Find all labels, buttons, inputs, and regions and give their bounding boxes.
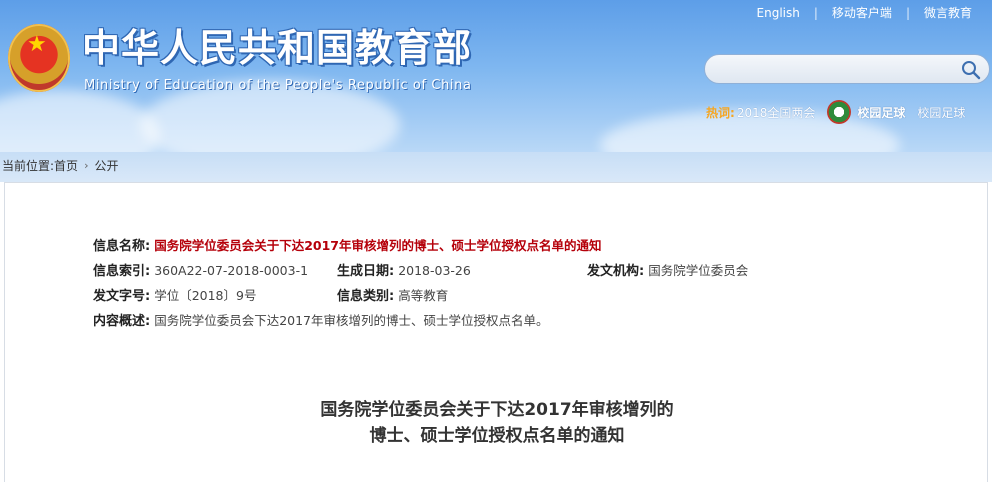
info-row-category: 信息类别: 高等教育 (337, 285, 448, 304)
site-subtitle: Ministry of Education of the People's Re… (84, 78, 472, 93)
breadcrumb-home-link[interactable]: 首页 (54, 157, 78, 174)
info-name-label: 信息名称: (93, 239, 151, 254)
info-row-summary: 内容概述: 国务院学位委员会下达2017年审核增列的博士、硕士学位授权点名单。 (93, 310, 549, 329)
breadcrumb: 当前位置: 首页 › 公开 (2, 157, 118, 174)
breadcrumb-public-link[interactable]: 公开 (94, 157, 118, 174)
campus-football-link[interactable]: 校园足球 (917, 104, 965, 121)
football-logo-icon[interactable] (827, 100, 852, 124)
cloud-decoration (0, 90, 160, 152)
info-row-date: 生成日期: 2018-03-26 (337, 260, 471, 279)
info-docno-value: 学位〔2018〕9号 (154, 288, 257, 303)
info-row-index: 信息索引: 360A22-07-2018-0003-1 (93, 260, 308, 279)
info-summary-value: 国务院学位委员会下达2017年审核增列的博士、硕士学位授权点名单。 (154, 313, 549, 328)
info-issuer-label: 发文机构: (587, 264, 645, 279)
mobile-client-link[interactable]: 移动客户端 (832, 4, 892, 21)
document-title-line2: 博士、硕士学位授权点名单的通知 (369, 426, 625, 446)
site-title: 中华人民共和国教育部 (82, 26, 473, 70)
info-index-label: 信息索引: (93, 264, 151, 279)
divider: | (905, 5, 910, 20)
chevron-right-icon: › (84, 159, 89, 172)
search-icon[interactable] (961, 60, 981, 80)
info-name-value: 国务院学位委员会关于下达2017年审核增列的博士、硕士学位授权点名单的通知 (154, 238, 602, 253)
info-index-value: 360A22-07-2018-0003-1 (154, 263, 309, 278)
info-row-name: 信息名称: 国务院学位委员会关于下达2017年审核增列的博士、硕士学位授权点名单… (93, 235, 601, 254)
info-date-value: 2018-03-26 (398, 263, 471, 278)
top-links: English | 移动客户端 | 微言教育 (757, 4, 972, 21)
site-header: ★ 中华人民共和国教育部 Ministry of Education of th… (0, 0, 992, 152)
search-box (704, 54, 990, 84)
campus-football-label[interactable]: 校园足球 (857, 104, 905, 121)
info-row-docno: 发文字号: 学位〔2018〕9号 (93, 285, 256, 304)
info-row-issuer: 发文机构: 国务院学位委员会 (587, 260, 748, 279)
search-input[interactable] (717, 59, 961, 81)
hot-words: 热词: 2018全国两会 校园足球 校园足球 (706, 100, 965, 124)
info-date-label: 生成日期: (337, 264, 395, 279)
breadcrumb-bar: 当前位置: 首页 › 公开 (0, 152, 992, 182)
info-issuer-value: 国务院学位委员会 (648, 263, 749, 278)
english-link[interactable]: English (757, 6, 800, 20)
info-summary-label: 内容概述: (93, 314, 151, 329)
hot-words-label: 热词: (706, 105, 735, 120)
info-docno-label: 发文字号: (93, 289, 151, 304)
document-title-line1: 国务院学位委员会关于下达2017年审核增列的 (320, 400, 674, 420)
info-category-value: 高等教育 (398, 288, 449, 303)
weiyan-link[interactable]: 微言教育 (924, 4, 972, 21)
content-panel: 信息名称: 国务院学位委员会关于下达2017年审核增列的博士、硕士学位授权点名单… (4, 182, 988, 482)
info-category-label: 信息类别: (337, 289, 395, 304)
divider: | (813, 5, 818, 20)
hot-word-link[interactable]: 2018全国两会 (737, 104, 816, 121)
breadcrumb-prefix: 当前位置: (2, 159, 55, 173)
national-emblem-icon: ★ (8, 24, 70, 92)
